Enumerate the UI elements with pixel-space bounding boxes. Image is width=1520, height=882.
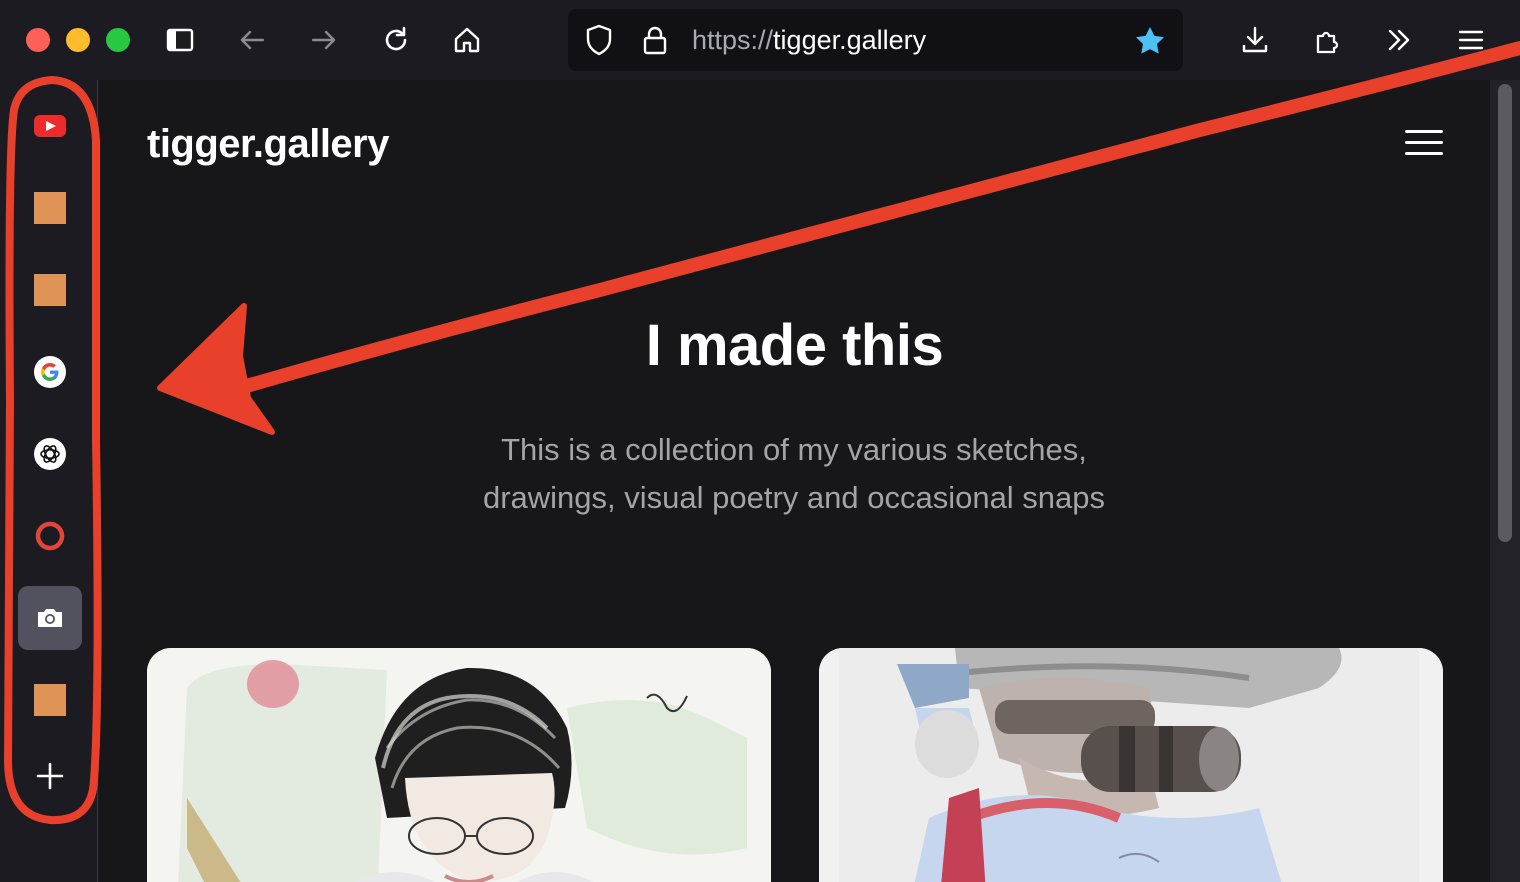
hero-subtitle-line: drawings, visual poetry and occasional s… [482, 480, 1106, 515]
orange-square-icon [34, 192, 66, 224]
orange-square-icon [34, 274, 66, 306]
web-content: tigger.gallery I made this This is a col… [99, 80, 1490, 882]
minimize-window-button[interactable] [66, 28, 90, 52]
orange-square-icon [34, 684, 66, 716]
close-window-button[interactable] [26, 28, 50, 52]
page-scrollbar-thumb[interactable] [1498, 84, 1512, 542]
zoom-window-button[interactable] [106, 28, 130, 52]
camera-icon [38, 609, 62, 627]
home-icon[interactable] [447, 20, 487, 60]
hero-subtitle: This is a collection of my various sketc… [444, 426, 1144, 522]
gallery-card-cyclist[interactable] [819, 648, 1443, 882]
sidebar-toggle-icon[interactable] [160, 20, 200, 60]
browser-toolbar: https://tigger.gallery [0, 0, 1520, 80]
bookmark-star-icon[interactable] [1132, 23, 1168, 59]
site-menu-icon[interactable] [1405, 130, 1445, 160]
hero-title: I made this [645, 313, 944, 378]
browser-window: https://tigger.gallery tigger.gallery I … [0, 0, 1520, 882]
reload-icon[interactable] [376, 20, 416, 60]
ring-icon [35, 521, 65, 551]
download-icon[interactable] [1235, 20, 1275, 60]
sidebar-item-screenshot[interactable] [18, 586, 82, 650]
sidebar-item-chatgpt[interactable] [18, 422, 82, 486]
url-host: tigger.gallery [773, 25, 927, 55]
google-icon [34, 356, 66, 388]
sidebar-item-youtube[interactable] [18, 94, 82, 158]
cyclist-illustration-image [819, 648, 1443, 882]
sidebar-item-orange-tile-2[interactable] [18, 258, 82, 322]
sidebar-item-orange-tile-1[interactable] [18, 176, 82, 240]
sidebar-panel [0, 80, 98, 882]
site-title-link[interactable]: tigger.gallery [147, 122, 389, 167]
tracking-protection-shield-icon[interactable] [582, 23, 616, 57]
address-bar[interactable]: https://tigger.gallery [568, 9, 1183, 71]
sidebar-item-google[interactable] [18, 340, 82, 404]
openai-icon [34, 438, 66, 470]
sidebar-item-opera[interactable] [18, 504, 82, 568]
extensions-icon[interactable] [1308, 20, 1348, 60]
lock-icon[interactable] [638, 23, 672, 57]
url-text[interactable]: https://tigger.gallery [692, 23, 926, 57]
sidebar-item-orange-tile-3[interactable] [18, 668, 82, 732]
portrait-sketch-image [147, 648, 771, 882]
more-tools-icon[interactable] [1379, 20, 1419, 60]
add-sidebar-panel-button[interactable] [18, 744, 82, 808]
youtube-icon [34, 115, 66, 137]
plus-icon [36, 762, 64, 790]
app-menu-icon[interactable] [1451, 20, 1491, 60]
gallery-card-portrait[interactable] [147, 648, 771, 882]
url-scheme: https:// [692, 25, 774, 55]
forward-arrow-icon[interactable] [304, 20, 344, 60]
back-arrow-icon[interactable] [232, 20, 272, 60]
hero-subtitle-line: This is a collection of my various sketc… [501, 432, 1087, 467]
